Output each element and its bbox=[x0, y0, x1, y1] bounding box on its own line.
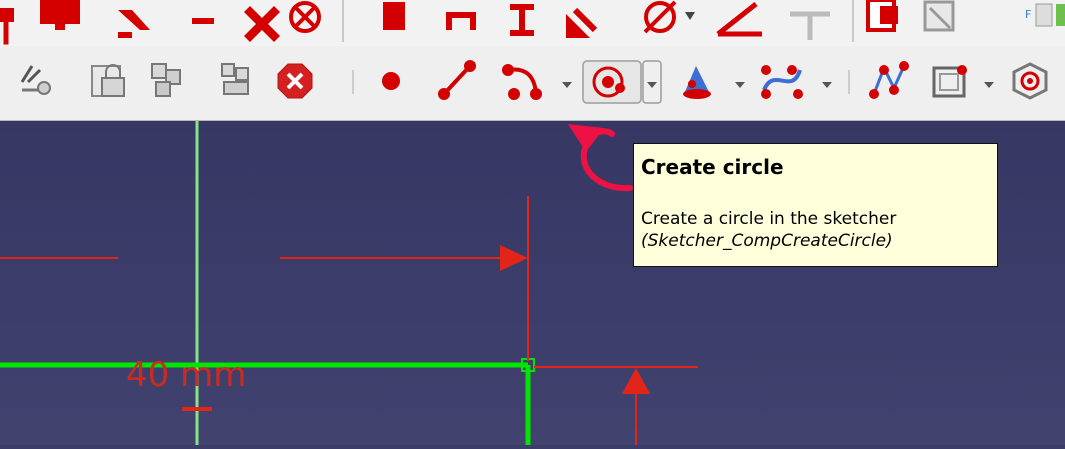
rectangle-icon[interactable] bbox=[932, 65, 994, 98]
expand-icon[interactable] bbox=[923, 0, 955, 32]
conic-icon[interactable] bbox=[683, 66, 745, 99]
delete-icon[interactable] bbox=[277, 63, 313, 99]
line-icon[interactable] bbox=[438, 60, 476, 100]
toolbar-separator bbox=[852, 0, 854, 42]
constraint-radius-icon[interactable] bbox=[566, 7, 598, 38]
select-constraints-icon[interactable] bbox=[20, 65, 51, 95]
sketcher-toolbar bbox=[0, 46, 1065, 121]
constraint-internal-alignment-icon[interactable] bbox=[790, 11, 830, 40]
constraint-toolbar-icons: F bbox=[0, 0, 1065, 45]
point-icon[interactable] bbox=[382, 72, 400, 90]
dimension-arrow-up bbox=[622, 368, 650, 394]
polyline-icon[interactable] bbox=[869, 61, 909, 99]
select-conflicting-icon[interactable] bbox=[151, 63, 181, 97]
select-redundant-icon[interactable] bbox=[221, 63, 249, 95]
arc-icon[interactable] bbox=[502, 64, 572, 100]
view-sketch-lock-icon[interactable] bbox=[91, 64, 125, 97]
constraint-symmetric-icon[interactable] bbox=[192, 18, 214, 24]
bspline-icon[interactable] bbox=[761, 65, 832, 99]
constraint-point-on-object-icon[interactable] bbox=[510, 4, 534, 36]
sketcher-toolbar-icons bbox=[20, 60, 1048, 104]
tooltip-title: Create circle bbox=[641, 155, 784, 179]
constraint-horizontal-distance-icon[interactable] bbox=[383, 2, 405, 30]
constraint-vertical-distance-icon[interactable] bbox=[446, 12, 476, 30]
constraint-vertical-icon[interactable] bbox=[0, 8, 14, 45]
toolbar-separator bbox=[352, 70, 354, 94]
constraint-equal-icon[interactable] bbox=[118, 10, 150, 38]
constraint-distance-icon[interactable] bbox=[289, 1, 321, 33]
circle-icon[interactable] bbox=[582, 60, 662, 104]
macro-icon[interactable] bbox=[1035, 3, 1053, 27]
constraint-block-icon[interactable] bbox=[244, 6, 280, 42]
toggle-construction-icon[interactable] bbox=[866, 0, 898, 32]
dimension-label[interactable]: 40 mm bbox=[126, 355, 246, 395]
tooltip: Create circle Create a circle in the ske… bbox=[633, 143, 998, 267]
run-icon[interactable] bbox=[1056, 4, 1065, 26]
toolbar-separator bbox=[848, 70, 850, 94]
constraint-snell-icon[interactable] bbox=[716, 2, 762, 37]
constraint-toolbar: F bbox=[0, 0, 1065, 46]
toolbar-separator bbox=[342, 0, 344, 42]
constraint-angle-icon[interactable] bbox=[40, 0, 80, 30]
dimension-arrow bbox=[500, 245, 528, 271]
tooltip-command: (Sketcher_CompCreateCircle) bbox=[641, 231, 893, 251]
tooltip-description: Create a circle in the sketcher bbox=[641, 209, 897, 229]
freecad-logo-icon: F bbox=[1025, 8, 1031, 21]
constraint-angle-dimension-icon[interactable] bbox=[643, 0, 695, 34]
polygon-icon[interactable] bbox=[1012, 62, 1048, 100]
